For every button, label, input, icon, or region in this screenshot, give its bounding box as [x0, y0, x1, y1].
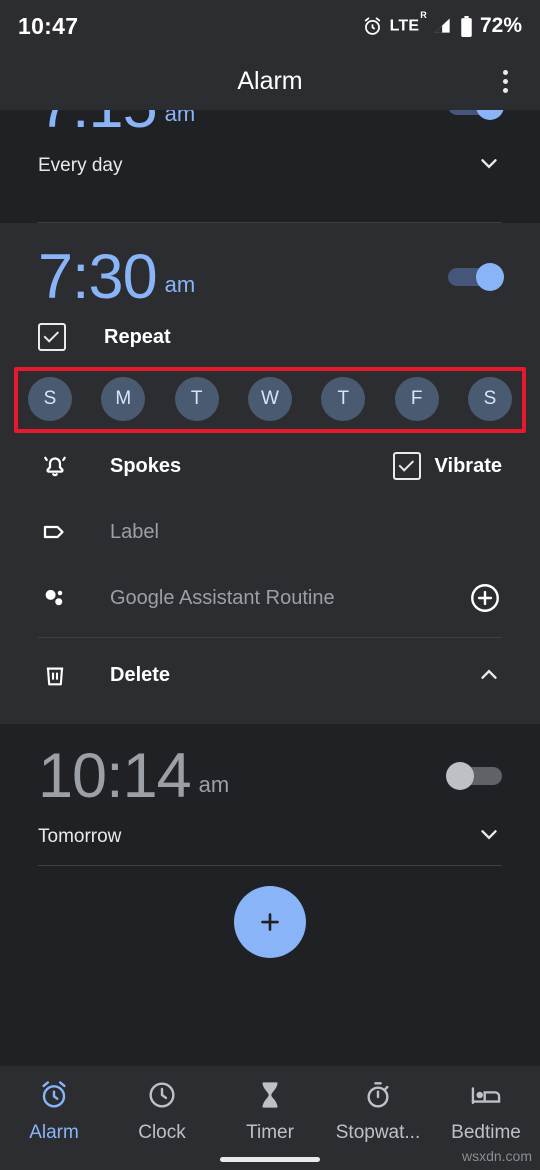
- home-indicator[interactable]: [220, 1157, 320, 1162]
- bell-icon: [38, 449, 72, 483]
- plus-icon: [261, 912, 279, 931]
- vibrate-label: Vibrate: [434, 454, 502, 477]
- nav-item-alarm[interactable]: Alarm: [0, 1079, 108, 1144]
- label-input[interactable]: Label: [110, 521, 159, 544]
- alarm-clipped-head: 7:15 am: [38, 110, 504, 138]
- alarm-schedule-row[interactable]: Tomorrow: [38, 809, 502, 865]
- alarm-expanded-head: 7:30 am: [38, 223, 504, 310]
- day-toggle-wednesday[interactable]: W: [247, 377, 292, 422]
- repeat-checkbox[interactable]: [38, 323, 66, 352]
- add-alarm-button[interactable]: [234, 885, 306, 958]
- delete-row[interactable]: Delete: [38, 642, 502, 708]
- alarm-enable-toggle[interactable]: [446, 762, 502, 791]
- alarm-ampm: am: [164, 110, 196, 127]
- expanded-head-pad: 7:30 am Repeat: [0, 223, 540, 365]
- alarm-time[interactable]: 10:14: [38, 744, 192, 809]
- day-picker: S M T W T F S: [14, 377, 526, 422]
- alarm-schedule-label: Every day: [38, 155, 123, 177]
- vibrate-group[interactable]: Vibrate: [392, 452, 502, 481]
- nav-item-bedtime[interactable]: Bedtime: [432, 1079, 540, 1144]
- clock-icon: [146, 1079, 178, 1116]
- alarm-list: 7:15 am Every day: [0, 110, 540, 866]
- battery-percent-label: 72%: [479, 14, 522, 37]
- alarm-item-clipped[interactable]: 7:15 am Every day: [0, 110, 540, 222]
- nav-label-clock: Clock: [138, 1122, 186, 1143]
- day-toggle-thursday[interactable]: T: [321, 377, 366, 422]
- alarm-schedule-row[interactable]: Every day: [38, 138, 502, 194]
- alarm-schedule-label: Tomorrow: [38, 825, 122, 847]
- alarm-item-disabled[interactable]: 10:14 am Tomorrow: [0, 724, 540, 864]
- stopwatch-icon: [362, 1079, 394, 1116]
- status-bar-icons: LTER 72%: [362, 10, 522, 38]
- plus-circle-icon[interactable]: [468, 581, 502, 615]
- toggle-thumb: [476, 110, 504, 121]
- alarm-enable-toggle[interactable]: [448, 110, 504, 121]
- app-bar: Alarm: [0, 52, 540, 110]
- toggle-thumb: [446, 762, 474, 791]
- network-type-label: LTER: [389, 10, 427, 35]
- assistant-routine-label: Google Assistant Routine: [110, 586, 335, 609]
- watermark: wsxdn.com: [461, 1148, 532, 1164]
- toggle-thumb: [476, 263, 504, 292]
- day-toggle-friday[interactable]: F: [394, 377, 439, 422]
- alarm-enable-toggle[interactable]: [448, 263, 504, 292]
- tag-icon: [38, 515, 72, 549]
- check-icon: [43, 327, 60, 343]
- signal-bars-icon: [433, 16, 453, 36]
- alarm-clock-icon: [38, 1079, 70, 1116]
- vibrate-checkbox[interactable]: [392, 452, 421, 481]
- label-row[interactable]: Label: [38, 499, 502, 565]
- ringtone-row[interactable]: Spokes Vibrate: [38, 433, 502, 499]
- alarm-time[interactable]: 7:15: [38, 110, 158, 138]
- nav-label-timer: Timer: [246, 1122, 294, 1143]
- nav-label-stopwatch: Stopwat...: [335, 1122, 421, 1143]
- alarm-clock-icon: [362, 16, 383, 37]
- day-toggle-monday[interactable]: M: [101, 377, 146, 422]
- ringtone-label: Spokes: [110, 454, 182, 477]
- check-icon: [398, 456, 414, 472]
- nav-label-alarm: Alarm: [29, 1122, 79, 1143]
- battery-icon: [460, 15, 473, 37]
- nav-item-timer[interactable]: Timer: [216, 1079, 324, 1144]
- assistant-routine-row[interactable]: Google Assistant Routine: [38, 565, 502, 631]
- chevron-down-icon[interactable]: [476, 821, 502, 853]
- trash-icon: [38, 658, 72, 692]
- expanded-inner-divider: [38, 637, 502, 639]
- alarm-ampm: am: [164, 272, 196, 298]
- chevron-up-icon[interactable]: [476, 662, 502, 688]
- repeat-label: Repeat: [104, 325, 171, 348]
- hourglass-icon: [254, 1079, 286, 1116]
- alarm-ampm: am: [198, 771, 230, 797]
- day-toggle-tuesday[interactable]: T: [174, 377, 219, 422]
- status-bar: 10:47 LTER 72%: [0, 0, 540, 52]
- fab-area: [0, 866, 540, 978]
- alarm-time-group[interactable]: 10:14 am: [38, 744, 448, 809]
- google-assistant-icon: [38, 581, 72, 615]
- alarm-time-group[interactable]: 7:15 am: [38, 110, 448, 138]
- alarm-time-group[interactable]: 7:30 am: [38, 245, 448, 310]
- bottom-navigation: Alarm Clock Timer Stopwat... Bedtime wsx…: [0, 1066, 540, 1170]
- alarm-time[interactable]: 7:30: [38, 245, 158, 310]
- day-toggle-saturday[interactable]: S: [467, 377, 512, 422]
- status-bar-clock: 10:47: [18, 12, 79, 39]
- more-options-icon[interactable]: [488, 64, 522, 98]
- nav-item-stopwatch[interactable]: Stopwat...: [324, 1079, 432, 1144]
- alarm-clipped-body: 7:15 am Every day: [0, 110, 540, 194]
- chevron-down-icon[interactable]: [476, 150, 502, 182]
- page-title: Alarm: [237, 66, 303, 95]
- expanded-options-pad: Spokes Vibrate Label Google Assistant Ro…: [0, 433, 540, 708]
- alarm-item-expanded: 7:30 am Repeat S M T W T F S Spokes Vibr…: [0, 223, 540, 725]
- bed-icon: [469, 1079, 503, 1116]
- nav-label-bedtime: Bedtime: [451, 1122, 521, 1143]
- nav-item-clock[interactable]: Clock: [108, 1079, 216, 1144]
- repeat-row[interactable]: Repeat: [38, 309, 502, 365]
- delete-label: Delete: [110, 663, 171, 686]
- alarm-disabled-head: 10:14 am: [38, 744, 502, 809]
- day-picker-annotated: S M T W T F S: [14, 367, 526, 434]
- day-toggle-sunday[interactable]: S: [28, 377, 72, 422]
